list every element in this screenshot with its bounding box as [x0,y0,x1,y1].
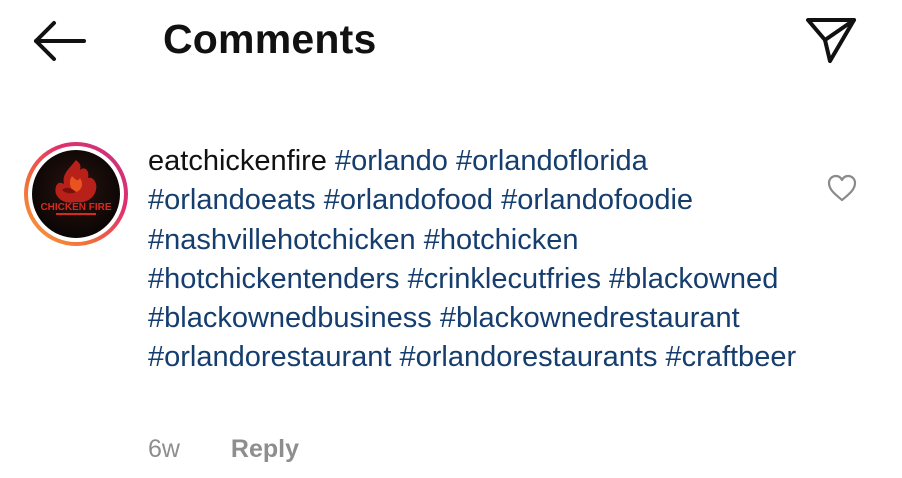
arrow-left-icon [34,21,86,61]
comment-body: eatchickenfire #orlando #orlandoflorida … [148,142,808,378]
hashtag-link[interactable]: #blackownedbusiness [148,302,432,334]
hashtag-link[interactable]: #orlandoeats [148,184,316,216]
hashtag-link[interactable]: #nashvillehotchicken [148,224,416,256]
hashtag-link[interactable]: #orlandorestaurants [400,341,658,373]
paper-plane-icon [806,18,856,63]
avatar-border: CHICKEN FIRE [28,146,124,242]
avatar[interactable]: CHICKEN FIRE [24,142,128,246]
hashtag-link[interactable]: #crinklecutfries [408,263,601,295]
like-button[interactable] [826,173,858,203]
hashtag-link[interactable]: #craftbeer [666,341,797,373]
page-title: Comments [163,16,377,62]
share-button[interactable] [804,14,858,66]
hashtag-link[interactable]: #orlandoflorida [456,145,648,177]
hashtag-link[interactable]: #orlandorestaurant [148,341,391,373]
chicken-fire-logo-icon: CHICKEN FIRE [40,160,112,215]
hashtag-link[interactable]: #hotchickentenders [148,263,400,295]
hashtag-link[interactable]: #blackownedrestaurant [440,302,740,334]
back-button[interactable] [30,18,88,64]
header-bar: Comments [0,0,902,80]
hashtag-link[interactable]: #hotchicken [424,224,579,256]
hashtag-link[interactable]: #blackowned [609,263,778,295]
svg-text:CHICKEN FIRE: CHICKEN FIRE [40,202,111,213]
comment-timestamp: 6w [148,435,180,463]
comment-username[interactable]: eatchickenfire [148,145,327,177]
heart-outline-icon [827,174,857,202]
hashtag-link[interactable]: #orlandofood [324,184,493,216]
hashtag-link[interactable]: #orlando [335,145,448,177]
hashtag-link[interactable]: #orlandofoodie [501,184,693,216]
comment-meta: 6w Reply [148,433,299,465]
avatar-image: CHICKEN FIRE [32,150,120,238]
reply-button[interactable]: Reply [231,433,299,465]
